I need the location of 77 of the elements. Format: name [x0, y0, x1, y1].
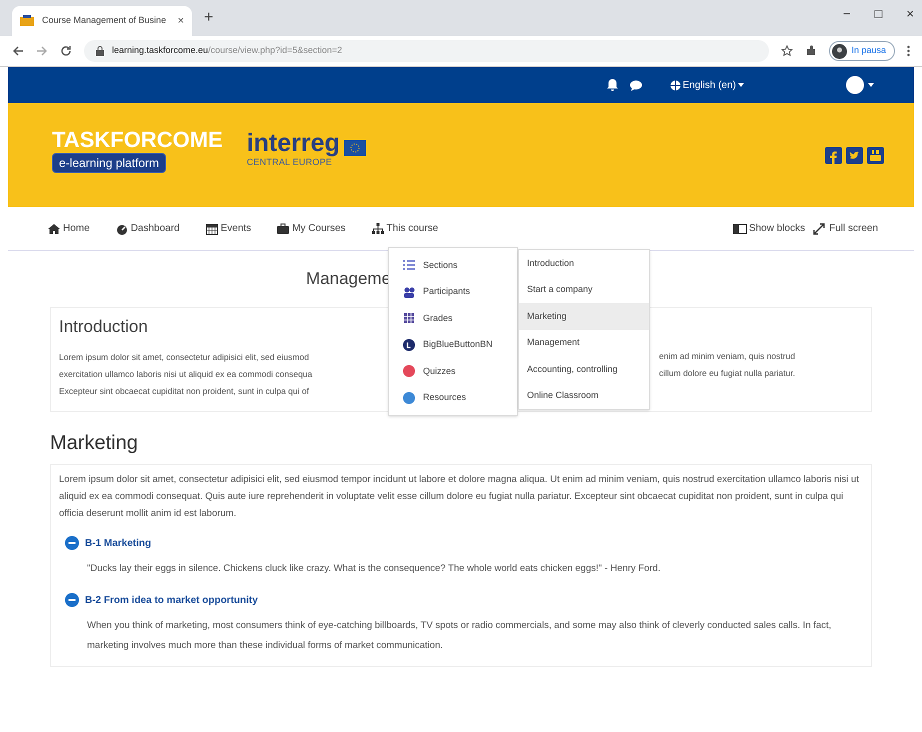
nav-link[interactable]: Home — [48, 221, 90, 236]
list-icon — [403, 259, 415, 272]
menu-item[interactable]: Introduction — [519, 250, 649, 276]
menu-item[interactable]: Quizzes — [389, 358, 517, 384]
star-icon[interactable] — [781, 45, 794, 57]
text-fragment: exercitation ullamco laboris nisi ut aliquid ex ea commodi consequa — [59, 369, 312, 379]
language-menu[interactable]: English (en) — [670, 78, 744, 92]
lock-icon — [96, 46, 104, 56]
facebook-icon[interactable] — [825, 146, 842, 164]
sitemap-icon — [372, 222, 384, 234]
back-icon[interactable] — [12, 45, 24, 57]
collapse-icon[interactable] — [65, 593, 79, 607]
text-fragment: Excepteur sint obcaecat cupiditat non proident, sunt in culpa qui of — [59, 386, 309, 396]
nav-link[interactable]: Events — [206, 221, 252, 236]
menu-item[interactable]: Participants — [389, 278, 517, 305]
favicon-icon — [20, 15, 34, 27]
menu-item[interactable]: Online Classroom — [519, 382, 649, 409]
calendar-icon — [206, 222, 218, 234]
subsection-link[interactable]: B-2 From idea to market opportunity — [85, 592, 258, 608]
section-text: Lorem ipsum dolor sit amet, consectetur adipisici elit, sed eiusmod tempor incidunt ut labore et dolore magna aliqua. Ut enim ad minim veniam, quis nostrud exercitation ullamco laboris nisi ut aliquid ex ea commodi consequat. Quis aute iure reprehenderit in voluptate velit esse cillum dolore eu fugiat nulla pariatur. Excepteur sint obcaecat cupiditat non proident, sunt in culpa qui officia deserunt mollit anim id est laborum. — [59, 472, 860, 520]
text-fragment: enim ad minim veniam, quis nostrud — [659, 350, 796, 362]
nav-link[interactable]: Show blocks — [732, 221, 806, 236]
brand-title: TASKFORCOME — [52, 127, 223, 153]
nav-link[interactable]: Dashboard — [116, 221, 180, 236]
subsection-text: "Ducks lay their eggs in silence. Chickens cluck like crazy. What is the consequence? The whole world eats chicken eggs!" - Henry Ford. — [87, 562, 662, 576]
people-icon — [403, 286, 415, 298]
caret-icon — [868, 83, 874, 87]
partner-subtitle: CENTRAL EUROPE — [246, 156, 334, 170]
user-menu[interactable] — [846, 76, 874, 94]
menu-item[interactable]: Accounting, controlling — [519, 356, 649, 382]
nav-link[interactable]: My Courses — [277, 221, 346, 236]
profile-button[interactable]: In pausa — [829, 41, 895, 61]
twitter-icon[interactable] — [846, 146, 863, 164]
browser-tab[interactable]: Course Management of Busine × — [12, 6, 192, 36]
tab-title: Course Management of Busine — [42, 14, 168, 28]
expand-icon — [813, 222, 828, 234]
puzzle-icon[interactable] — [805, 45, 818, 57]
text-fragment: cillum dolore eu fugiat nulla pariatur. — [659, 366, 796, 380]
close-tab-icon[interactable]: × — [178, 12, 184, 30]
text-fragment: Lorem ipsum dolor sit amet, consectetur adipisici elit, sed eiusmod — [59, 352, 309, 362]
section-heading: Marketing — [50, 430, 138, 456]
subsection-text: When you think of marketing, most consumers think of eye-catching billboards, TV spots or radio commercials, and some may also think of cleverly conducted sales calls. In fact, marketing involves much more than these individual forms of market communication. — [87, 618, 832, 652]
avatar-icon — [832, 44, 848, 58]
page-title: Manageme — [306, 268, 392, 290]
blocks-icon — [732, 222, 747, 234]
partner-name: interreg — [246, 130, 340, 156]
briefcase-icon — [277, 222, 290, 234]
menu-item[interactable]: Grades — [389, 305, 517, 332]
flag-icon — [344, 140, 366, 156]
new-tab-button[interactable]: + — [204, 6, 214, 30]
dashboard-icon — [116, 222, 128, 234]
menu-item[interactable]: Marketing — [519, 303, 649, 330]
home-icon — [48, 222, 60, 234]
maximize-button[interactable]: □ — [874, 4, 882, 24]
table-icon — [403, 312, 415, 324]
menu-item[interactable]: Sections — [389, 252, 517, 278]
collapse-icon[interactable] — [65, 536, 79, 550]
globe-icon — [670, 80, 681, 90]
caret-icon — [738, 83, 744, 87]
minimize-button[interactable]: − — [842, 4, 851, 24]
close-button[interactable]: × — [906, 4, 914, 24]
tagline-badge: e-learning platform — [52, 153, 166, 173]
bell-icon[interactable] — [606, 79, 618, 91]
reload-icon[interactable] — [60, 45, 72, 57]
nav-link[interactable]: This course — [372, 221, 438, 236]
chat-icon[interactable] — [630, 80, 642, 90]
section-heading: Introduction — [59, 316, 148, 338]
menu-item[interactable]: BigBlueButtonBN — [389, 332, 517, 358]
url-text: learning.taskforcome.eu/course/view.php?id=5&section=2 — [112, 44, 342, 58]
menu-item[interactable]: Management — [519, 330, 649, 356]
menu-item[interactable]: Resources — [389, 384, 517, 411]
subsection-link[interactable]: B-1 Marketing — [85, 536, 152, 550]
address-field[interactable]: learning.taskforcome.eu/course/view.php?id=5&section=2 — [84, 40, 770, 62]
avatar-icon — [846, 76, 864, 94]
nav-link[interactable]: Full screen — [813, 221, 878, 236]
more-icon[interactable] — [907, 45, 910, 57]
menu-item[interactable]: Start a company — [519, 276, 649, 303]
